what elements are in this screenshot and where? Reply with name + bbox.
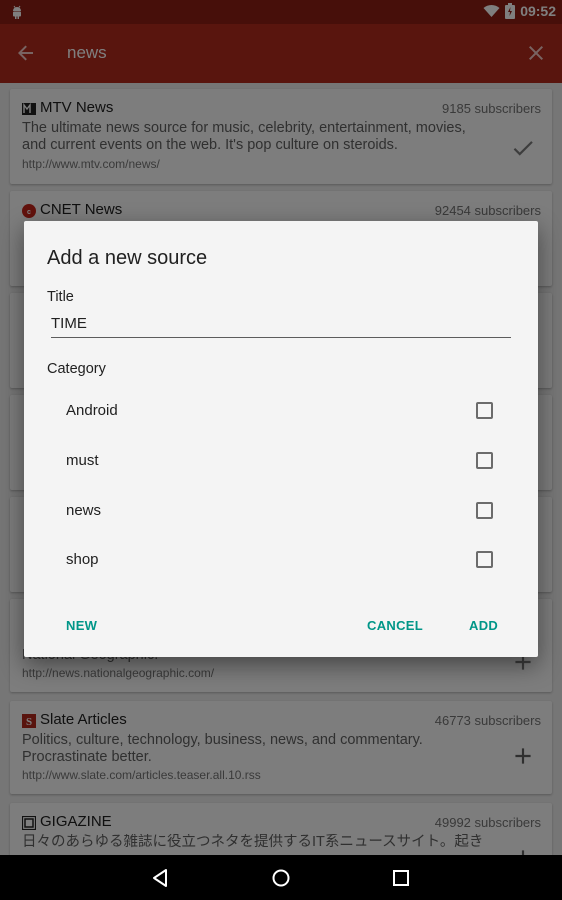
category-row-android[interactable]: Android	[24, 387, 538, 437]
recents-nav-icon[interactable]	[389, 866, 413, 890]
category-checkbox[interactable]	[476, 502, 493, 519]
category-name: must	[66, 452, 99, 469]
cancel-button[interactable]: CANCEL	[367, 618, 423, 633]
add-source-dialog: Add a new source Title Category Android …	[24, 221, 538, 657]
category-checkbox[interactable]	[476, 452, 493, 469]
back-nav-icon[interactable]	[149, 866, 173, 890]
category-name: shop	[66, 551, 99, 568]
category-row-news[interactable]: news	[24, 487, 538, 537]
add-button[interactable]: ADD	[469, 618, 498, 633]
home-nav-icon[interactable]	[269, 866, 293, 890]
title-field-label: Title	[47, 289, 74, 305]
new-button[interactable]: NEW	[66, 618, 97, 633]
category-checkbox[interactable]	[476, 402, 493, 419]
category-name: Android	[66, 402, 118, 419]
category-row-must[interactable]: must	[24, 437, 538, 487]
category-checkbox[interactable]	[476, 551, 493, 568]
dialog-title: Add a new source	[47, 247, 208, 269]
navigation-bar	[0, 855, 562, 900]
title-input[interactable]	[51, 310, 511, 338]
category-row-shop[interactable]: shop	[24, 536, 538, 586]
category-name: news	[66, 502, 102, 519]
category-label: Category	[47, 361, 106, 377]
